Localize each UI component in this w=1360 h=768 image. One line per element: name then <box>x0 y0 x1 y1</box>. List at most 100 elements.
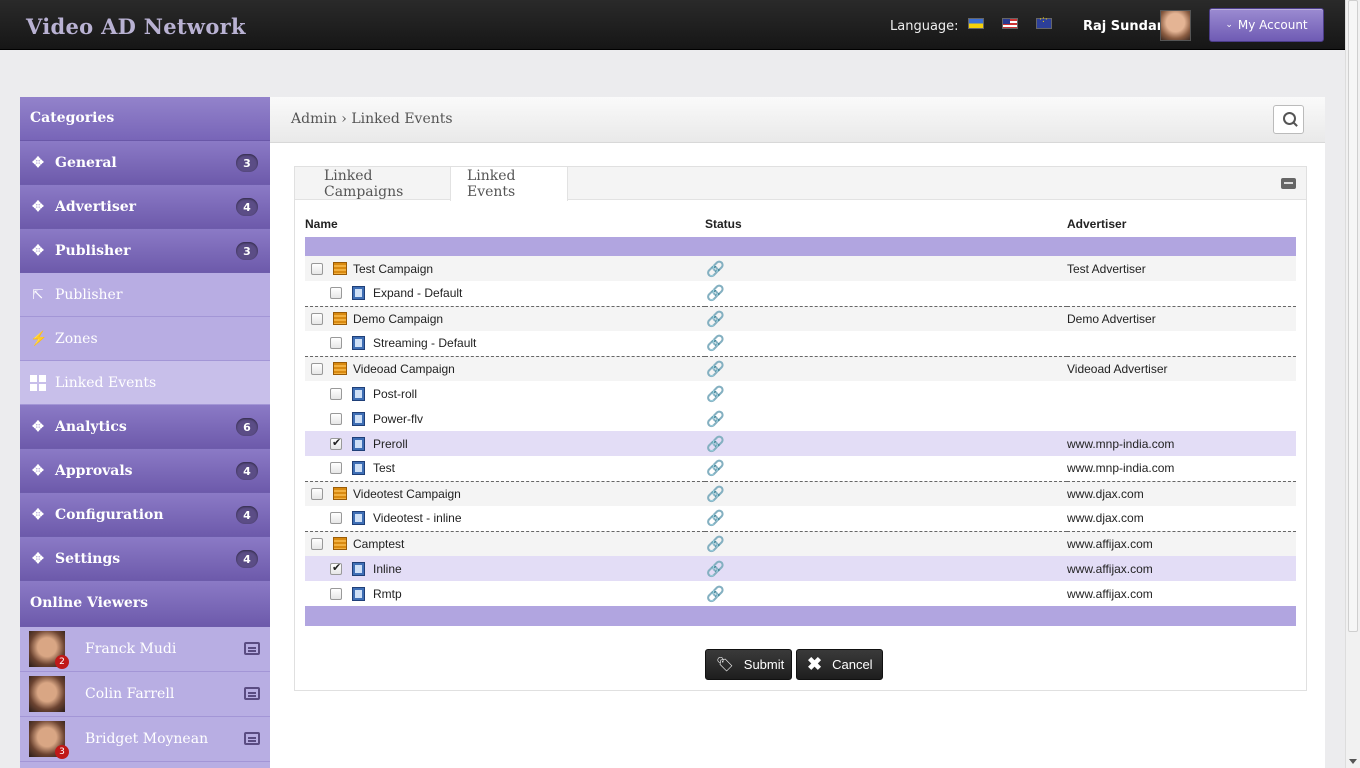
event-row[interactable]: Streaming - Default 🔗 <box>305 331 1296 357</box>
row-checkbox[interactable] <box>330 462 342 475</box>
row-checkbox[interactable] <box>311 537 323 550</box>
viewer-name: Bridget Moynean <box>85 731 209 747</box>
link-icon[interactable]: 🔗 <box>706 560 725 578</box>
move-icon: ✥ <box>32 154 44 171</box>
campaign-row[interactable]: Videoad Campaign 🔗 Videoad Advertiser <box>305 356 1296 381</box>
scrollbar-thumb[interactable] <box>1348 0 1358 632</box>
row-name: Videotest - inline <box>373 511 462 526</box>
film-icon <box>352 561 365 576</box>
link-icon[interactable]: 🔗 <box>706 260 725 278</box>
event-row[interactable]: Power-flv 🔗 <box>305 406 1296 431</box>
link-icon[interactable]: 🔗 <box>706 334 725 352</box>
link-icon[interactable]: 🔗 <box>706 360 725 378</box>
event-row[interactable]: Videotest - inline 🔗 www.djax.com <box>305 506 1296 532</box>
sidebar-item-settings[interactable]: ✥ Settings 4 <box>20 537 270 581</box>
link-icon[interactable]: 🔗 <box>706 410 725 428</box>
sidebar-item-advertiser[interactable]: ✥ Advertiser 4 <box>20 185 270 229</box>
eu-flag-icon[interactable] <box>1036 15 1052 29</box>
link-icon[interactable]: 🔗 <box>706 435 725 453</box>
row-checkbox[interactable] <box>330 412 342 425</box>
cancel-button[interactable]: ✖ Cancel <box>796 649 883 680</box>
viewer-item[interactable]: 2 Franck Mudi <box>20 627 270 672</box>
event-row[interactable]: Rmtp 🔗 www.affijax.com <box>305 581 1296 606</box>
sidebar-item-publisher[interactable]: ✥ Publisher 3 <box>20 229 270 273</box>
status-cell: 🔗 <box>705 556 1067 581</box>
row-checkbox[interactable] <box>311 487 323 500</box>
status-cell: 🔗 <box>705 306 1067 331</box>
row-checkbox[interactable] <box>330 561 342 575</box>
row-checkbox[interactable] <box>330 287 342 300</box>
scroll-down-arrow-icon[interactable] <box>1349 759 1357 764</box>
ukraine-flag-icon[interactable] <box>968 18 984 29</box>
sidebar-item-configuration[interactable]: ✥ Configuration 4 <box>20 493 270 537</box>
chat-icon[interactable] <box>244 687 260 700</box>
status-cell: 🔗 <box>705 356 1067 381</box>
sidebar-subitem-linked-events[interactable]: Linked Events <box>20 361 270 405</box>
event-row[interactable]: Test 🔗 www.mnp-india.com <box>305 456 1296 482</box>
us-flag-icon[interactable] <box>1002 18 1018 29</box>
brand-logo[interactable]: Video AD Network <box>26 14 246 39</box>
row-checkbox[interactable] <box>330 512 342 525</box>
sidebar-item-general[interactable]: ✥ General 3 <box>20 141 270 185</box>
link-icon[interactable]: 🔗 <box>706 310 725 328</box>
viewer-item[interactable]: Colin Farrell <box>20 672 270 717</box>
campaign-row[interactable]: Videotest Campaign 🔗 www.djax.com <box>305 481 1296 506</box>
page-scrollbar[interactable] <box>1345 0 1360 768</box>
viewer-item[interactable]: 3 Bridget Moynean <box>20 717 270 762</box>
column-header-status[interactable]: Status <box>705 211 1067 237</box>
column-header-name[interactable]: Name <box>305 211 705 237</box>
search-button[interactable] <box>1273 105 1304 134</box>
move-icon: ✥ <box>32 418 44 435</box>
submit-button[interactable]: 🏷 Submit <box>705 649 792 680</box>
link-icon[interactable]: 🔗 <box>706 485 725 503</box>
sidebar-subitem-publisher[interactable]: ⇱ Publisher <box>20 273 270 317</box>
tab-linked-events[interactable]: Linked Events <box>450 167 568 201</box>
campaign-row[interactable]: Camptest 🔗 www.affijax.com <box>305 531 1296 556</box>
row-checkbox[interactable] <box>330 587 342 600</box>
link-icon[interactable]: 🔗 <box>706 535 725 553</box>
campaign-row[interactable]: Test Campaign 🔗 Test Advertiser <box>305 256 1296 281</box>
film-icon <box>352 411 365 426</box>
row-checkbox[interactable] <box>311 262 323 275</box>
row-name: Camptest <box>353 536 405 551</box>
row-name: Test <box>373 461 396 476</box>
row-checkbox[interactable] <box>311 312 323 325</box>
row-checkbox[interactable] <box>330 337 342 350</box>
sidebar-item-analytics[interactable]: ✥ Analytics 6 <box>20 405 270 449</box>
advertiser-cell: Videoad Advertiser <box>1067 361 1168 376</box>
link-icon[interactable]: 🔗 <box>706 459 725 477</box>
link-icon[interactable]: 🔗 <box>706 585 725 603</box>
language-label: Language: <box>890 19 959 34</box>
status-cell: 🔗 <box>705 456 1067 482</box>
campaign-row[interactable]: Demo Campaign 🔗 Demo Advertiser <box>305 306 1296 331</box>
status-cell: 🔗 <box>705 431 1067 456</box>
event-row[interactable]: Expand - Default 🔗 <box>305 281 1296 307</box>
event-row[interactable]: Preroll 🔗 www.mnp-india.com <box>305 431 1296 456</box>
sidebar-title: Categories <box>20 97 270 141</box>
sidebar-subitem-zones[interactable]: ⚡ Zones <box>20 317 270 361</box>
status-cell: 🔗 <box>705 481 1067 506</box>
viewer-name: Colin Farrell <box>85 686 175 702</box>
row-checkbox[interactable] <box>330 387 342 400</box>
row-name: Power-flv <box>373 411 424 426</box>
chat-icon[interactable] <box>244 732 260 745</box>
name-cell-content: Post-roll <box>305 386 705 401</box>
sidebar-item-approvals[interactable]: ✥ Approvals 4 <box>20 449 270 493</box>
row-checkbox[interactable] <box>330 436 342 450</box>
name-cell: Expand - Default <box>305 281 705 307</box>
event-row[interactable]: Post-roll 🔗 <box>305 381 1296 406</box>
collapse-icon[interactable] <box>1281 178 1296 189</box>
link-icon[interactable]: 🔗 <box>706 284 725 302</box>
link-icon[interactable]: 🔗 <box>706 385 725 403</box>
my-account-button[interactable]: ⌄ My Account <box>1209 8 1324 42</box>
event-row[interactable]: Inline 🔗 www.affijax.com <box>305 556 1296 581</box>
column-header-advertiser[interactable]: Advertiser <box>1067 211 1296 237</box>
name-cell: Power-flv <box>305 406 705 431</box>
tab-linked-campaigns[interactable]: Linked Campaigns <box>308 167 463 200</box>
row-checkbox[interactable] <box>311 362 323 375</box>
linked-events-table: Name Status Advertiser Test Campaign 🔗 Tes… <box>305 211 1296 626</box>
chat-icon[interactable] <box>244 642 260 655</box>
link-icon[interactable]: 🔗 <box>706 509 725 527</box>
row-name: Streaming - Default <box>373 336 477 351</box>
sidebar-item-label: Publisher <box>55 242 131 259</box>
